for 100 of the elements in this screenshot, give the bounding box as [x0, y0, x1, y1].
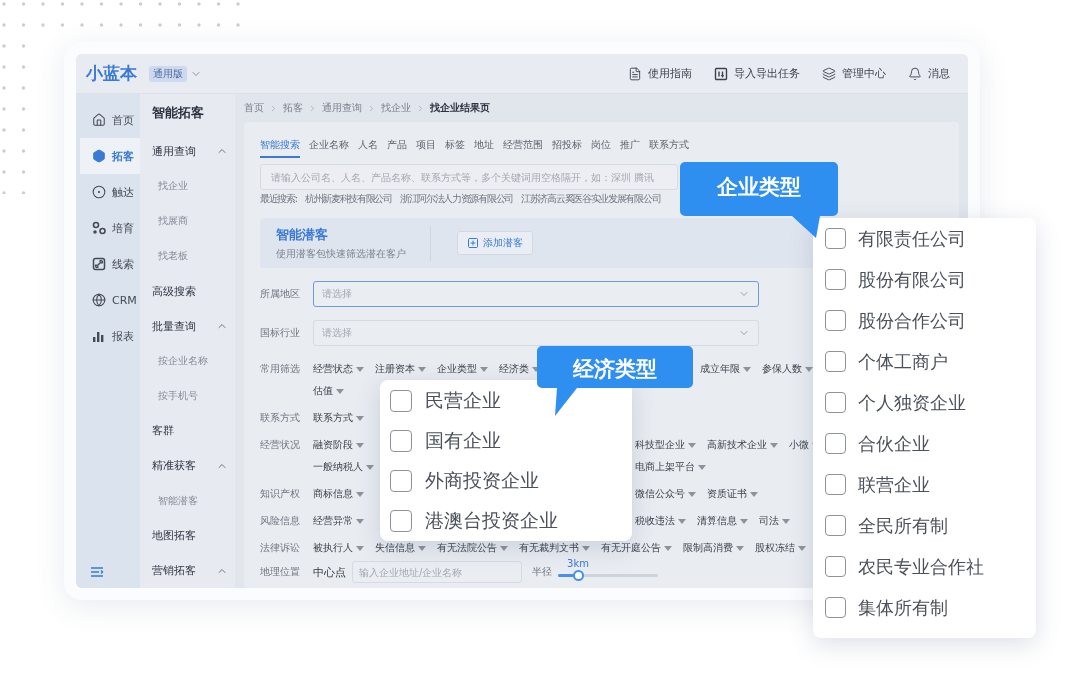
header-action[interactable]: 导入导出任务 [714, 66, 800, 81]
filter-dropdown[interactable]: 限制高消费 [683, 541, 744, 555]
add-icon [467, 237, 479, 249]
option-label: 个人独资企业 [858, 390, 966, 415]
filter-dropdown[interactable]: 经营异常 [313, 514, 364, 528]
target-icon [92, 185, 106, 199]
filter-dropdown[interactable]: 企业类型 [437, 362, 488, 376]
header-action[interactable]: 消息 [908, 66, 950, 81]
checkbox[interactable] [825, 392, 846, 413]
filter-label: 经营状况 [260, 438, 301, 452]
nav-item[interactable]: 线索 [80, 246, 140, 282]
filter-dropdown[interactable]: 一般纳税人 [313, 460, 374, 474]
caret-icon [678, 518, 686, 524]
filter-dropdown[interactable]: 失信信息 [375, 541, 426, 555]
search-tab[interactable]: 企业名称 [309, 136, 349, 158]
checkbox[interactable] [390, 470, 412, 492]
option-label: 外商投资企业 [425, 468, 539, 493]
recent-search-link[interactable]: 杭州新麦科技有限公司 [304, 192, 392, 206]
filter-dropdown[interactable]: 联系方式 [313, 411, 364, 425]
search-tab[interactable]: 联系方式 [649, 136, 689, 158]
checkbox[interactable] [825, 310, 846, 331]
nav-group[interactable]: 批量查询 [152, 308, 228, 344]
checkbox[interactable] [825, 228, 846, 249]
search-tab[interactable]: 岗位 [591, 136, 611, 158]
filter-dropdown[interactable]: 清算信息 [697, 514, 748, 528]
checkbox[interactable] [825, 433, 846, 454]
checkbox[interactable] [390, 390, 412, 412]
header-action[interactable]: 管理中心 [822, 66, 886, 81]
nav-group[interactable]: 通用查询 [152, 134, 228, 169]
checkbox[interactable] [825, 351, 846, 372]
caret-icon [356, 518, 364, 524]
caret-icon [356, 415, 364, 421]
search-tab[interactable]: 招投标 [552, 136, 582, 158]
filter-dropdown[interactable]: 高新技术企业 [707, 438, 778, 452]
recent-label: 最近搜索: [260, 192, 297, 206]
nav-item[interactable]: 报表 [80, 318, 140, 354]
search-tab[interactable]: 标签 [445, 136, 465, 158]
filter-dropdown[interactable]: 融资阶段 [313, 438, 364, 452]
filter-dropdown[interactable]: 税收违法 [635, 514, 686, 528]
search-tab[interactable]: 经营范围 [503, 136, 543, 158]
nav-item[interactable]: 培育 [80, 210, 140, 246]
search-tab[interactable]: 产品 [387, 136, 407, 158]
edition-badge[interactable]: 通用版 [149, 65, 187, 82]
slider-thumb[interactable] [573, 570, 584, 581]
caret-icon [356, 366, 364, 372]
hexagon-icon [92, 149, 106, 163]
option-label: 民营企业 [425, 388, 501, 413]
filter-dropdown[interactable]: 参保人数 [762, 362, 813, 376]
globe-icon [92, 293, 106, 307]
search-tab[interactable]: 人名 [358, 136, 378, 158]
nav-item[interactable]: 首页 [80, 102, 140, 138]
search-tab[interactable]: 智能搜索 [260, 136, 300, 158]
nav-group[interactable]: 精准获客 [152, 448, 228, 484]
filter-dropdown[interactable]: 商标信息 [313, 487, 364, 501]
nav-item[interactable]: 触达 [80, 174, 140, 210]
filter-dropdown[interactable]: 有无法院公告 [437, 541, 508, 555]
recent-search-link[interactable]: 浙江阿尔法人力资源有限公司 [399, 192, 513, 206]
add-button[interactable]: 添加潜客 [457, 231, 533, 255]
nav-group[interactable]: 地图拓客 [152, 518, 228, 554]
checkbox[interactable] [825, 269, 846, 290]
filter-dropdown[interactable]: 注册资本 [375, 362, 426, 376]
recent-search-link[interactable]: 江苏济高云奚医谷实业发展有限公司 [521, 192, 661, 206]
bell-icon [908, 66, 922, 81]
filter-dropdown[interactable]: 有无裁判文书 [519, 541, 590, 555]
nav-group[interactable]: 客群 [152, 413, 228, 449]
checkbox[interactable] [825, 515, 846, 536]
filter-dropdown[interactable]: 成立年限 [700, 362, 751, 376]
filter-dropdown[interactable]: 资质证书 [707, 487, 758, 501]
checkbox[interactable] [825, 474, 846, 495]
filter-dropdown[interactable]: 电商上架平台 [635, 460, 706, 474]
circles-icon [92, 221, 106, 235]
filter-dropdown[interactable]: 估值 [313, 384, 344, 398]
nav-group[interactable]: 高级搜索 [152, 273, 228, 309]
filter-dropdown[interactable]: 经营状态 [313, 362, 364, 376]
filter-label: 常用筛选 [260, 362, 301, 376]
filter-dropdown[interactable]: 有无开庭公告 [601, 541, 672, 555]
filter-dropdown[interactable]: 股权冻结 [755, 541, 806, 555]
filter-dropdown[interactable]: 微信公众号 [635, 487, 696, 501]
caret-icon [740, 518, 748, 524]
header-action[interactable]: 使用指南 [628, 66, 692, 81]
filter-dropdown[interactable]: 科技型企业 [635, 438, 696, 452]
filter-label: 法律诉讼 [260, 541, 301, 555]
nav-group[interactable]: 营销拓客 [152, 553, 228, 588]
filter-label: 地理位置 [260, 565, 301, 579]
filter-dropdown[interactable]: 被执行人 [313, 541, 364, 555]
search-tab[interactable]: 地址 [474, 136, 494, 158]
nav-item[interactable]: CRM [80, 282, 140, 318]
nav-item[interactable]: 拓客 [80, 138, 140, 174]
search-tab[interactable]: 推广 [620, 136, 640, 158]
chevron-right-icon [367, 103, 376, 113]
checkbox[interactable] [825, 597, 846, 618]
option-label: 全民所有制 [858, 513, 948, 538]
filter-dropdown[interactable]: 司法 [759, 514, 790, 528]
numbered-box-icon [714, 66, 728, 81]
address-field[interactable]: 输入企业地址/企业名称 [352, 561, 522, 583]
checkbox[interactable] [390, 430, 412, 452]
option-label: 国有企业 [425, 428, 501, 453]
checkbox[interactable] [390, 510, 412, 532]
checkbox[interactable] [825, 556, 846, 577]
search-tab[interactable]: 项目 [416, 136, 436, 158]
